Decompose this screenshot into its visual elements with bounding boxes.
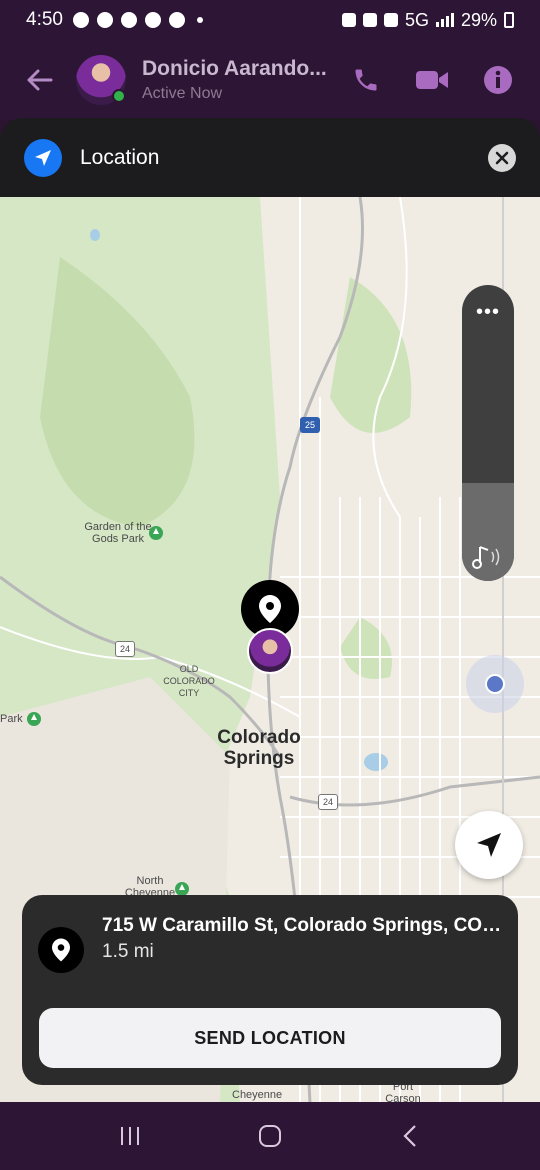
map-pin-icon — [52, 938, 70, 962]
map-label-garden: Garden of the Gods Park — [84, 521, 152, 545]
network-type: 5G — [404, 9, 429, 30]
mute-icon — [362, 13, 377, 27]
messenger-location-screen: 4:50 5G 29% Donicio Aarando... Active No… — [0, 0, 540, 1170]
park-icon — [27, 712, 41, 726]
back-arrow-icon — [27, 69, 53, 91]
music-note-icon — [472, 546, 500, 569]
location-card: 715 W Caramillo St, Colorado Springs, CO… — [22, 895, 518, 1085]
media-controls-pill[interactable]: ••• — [462, 285, 514, 581]
back-button[interactable] — [14, 55, 64, 105]
info-icon — [484, 66, 512, 94]
info-button[interactable] — [474, 56, 522, 104]
back-chevron-icon — [403, 1125, 416, 1147]
navigation-arrow-icon — [477, 833, 501, 857]
map-label-city: Colorado Springs — [217, 727, 301, 769]
chrome-icon — [168, 12, 185, 28]
recents-icon — [121, 1127, 139, 1145]
user-avatar-marker[interactable] — [247, 628, 293, 674]
dot-icon — [196, 17, 203, 23]
location-icon — [383, 13, 398, 27]
chrome-icon — [96, 12, 113, 28]
video-icon — [416, 71, 448, 89]
call-button[interactable] — [342, 56, 390, 104]
contact-name: Donicio Aarando... — [142, 57, 327, 80]
map-label-park: Park — [0, 713, 23, 725]
home-icon — [259, 1125, 281, 1147]
address-text: 715 W Caramillo St, Colorado Springs, CO… — [102, 915, 502, 936]
chat-header: Donicio Aarando... Active Now — [0, 40, 540, 120]
highway-24-shield: 24 — [318, 794, 338, 810]
contact-info[interactable]: Donicio Aarando... Active Now — [142, 57, 342, 103]
contact-status: Active Now — [142, 85, 223, 102]
map-label-old-city: OLD COLORADO CITY — [163, 664, 215, 698]
location-header: Location — [0, 118, 540, 198]
highway-25-shield: 25 — [300, 417, 320, 433]
signal-icon — [435, 13, 454, 27]
current-location-dot[interactable] — [466, 655, 524, 713]
battery-icon — [504, 12, 514, 28]
close-button[interactable] — [488, 144, 516, 172]
send-location-button[interactable]: SEND LOCATION — [39, 1008, 501, 1068]
distance-text: 1.5 mi — [102, 941, 154, 962]
status-time: 4:50 — [26, 9, 63, 30]
back-nav-button[interactable] — [390, 1116, 430, 1156]
phone-icon — [355, 69, 377, 91]
more-options-icon[interactable]: ••• — [462, 301, 514, 324]
highway-24-shield: 24 — [115, 641, 135, 657]
online-indicator — [112, 89, 126, 103]
close-icon — [495, 151, 509, 165]
notification-icons — [72, 12, 203, 28]
location-title: Location — [80, 146, 160, 169]
address-pin — [38, 927, 84, 973]
chrome-icon — [120, 12, 137, 28]
status-bar: 4:50 5G 29% — [0, 0, 540, 40]
park-icon — [149, 526, 163, 540]
battery-percent: 29% — [460, 9, 497, 30]
system-nav-bar — [0, 1102, 540, 1170]
location-dot-icon — [485, 674, 505, 694]
system-icons: 5G 29% — [341, 9, 514, 31]
facebook-icon — [72, 12, 89, 28]
chrome-icon — [144, 12, 161, 28]
video-call-button[interactable] — [408, 56, 456, 104]
recents-button[interactable] — [110, 1116, 150, 1156]
map-label-cheyenne: Cheyenne — [232, 1089, 283, 1101]
recenter-button[interactable] — [455, 811, 523, 879]
location-arrow-icon — [24, 139, 62, 177]
avatar[interactable] — [76, 55, 126, 105]
alarm-icon — [341, 13, 356, 27]
map-pin-icon — [259, 595, 281, 623]
home-button[interactable] — [250, 1116, 290, 1156]
